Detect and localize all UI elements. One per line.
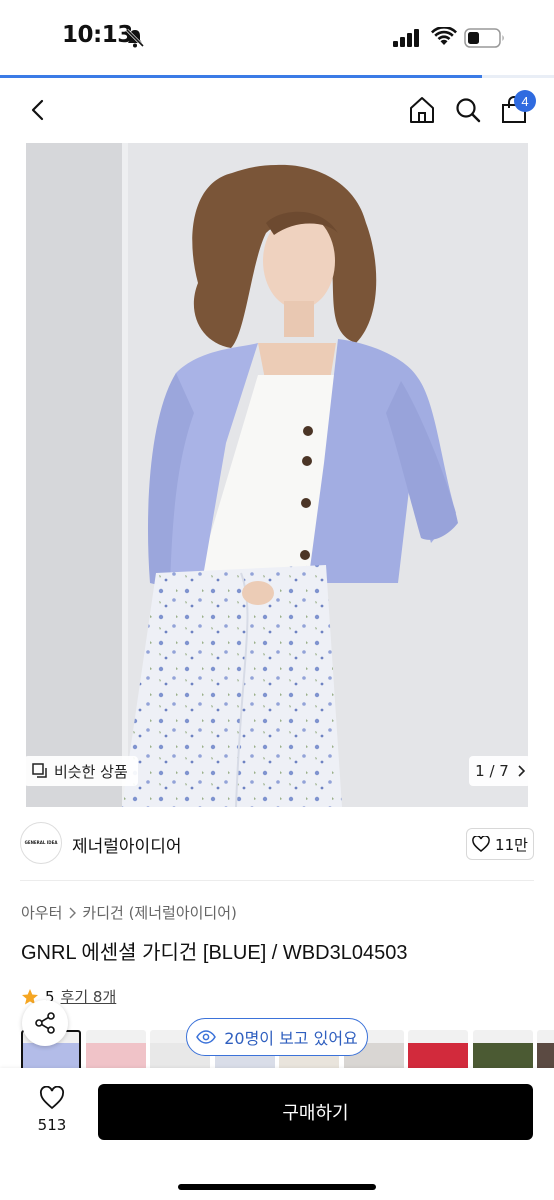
live-viewers-pill: 20명이 보고 있어요 [186, 1018, 368, 1056]
home-icon [410, 97, 434, 123]
search-icon [456, 98, 481, 123]
brand-logo-text: GENERAL IDEA [24, 839, 58, 845]
page-load-progress-fill [0, 75, 482, 78]
heart-icon [40, 1085, 64, 1110]
model-photo [26, 143, 528, 807]
copy-icon [32, 763, 47, 778]
divider [20, 880, 534, 881]
wishlist-count: 513 [37, 1116, 67, 1134]
eye-icon [196, 1030, 217, 1044]
brand-like-button[interactable]: 11만 [466, 828, 534, 860]
breadcrumb-item[interactable]: 카디건 (제너럴아이디어) [82, 902, 236, 923]
color-thumbnail[interactable] [537, 1030, 554, 1070]
product-title: GNRL 에센셜 가디건 [BLUE] / WBD3L04503 [21, 942, 408, 964]
image-page-indicator[interactable]: 1 / 7 [469, 756, 531, 786]
review-count-link[interactable]: 후기 8개 [61, 986, 117, 1007]
brand-like-count: 11만 [495, 835, 528, 854]
battery-icon [464, 28, 506, 52]
chevron-left-icon [31, 99, 44, 121]
top-nav: 4 [0, 82, 554, 138]
share-icon [35, 1012, 55, 1034]
similar-products-button[interactable]: 비슷한 상품 [24, 756, 138, 786]
search-button[interactable] [450, 92, 486, 128]
bottom-action-bar: 513 구매하기 [0, 1068, 554, 1200]
page-load-progress [0, 75, 554, 78]
breadcrumb: 아우터 카디건 (제너럴아이디어) [21, 902, 237, 923]
share-button[interactable] [22, 1000, 68, 1046]
similar-products-label: 비슷한 상품 [54, 762, 128, 781]
image-page-text: 1 / 7 [475, 762, 509, 780]
chevron-right-icon [69, 907, 77, 918]
wifi-icon [431, 25, 457, 51]
buy-button[interactable]: 구매하기 [98, 1084, 533, 1140]
wishlist-button[interactable]: 513 [30, 1085, 74, 1134]
home-indicator[interactable] [178, 1184, 376, 1190]
cart-button[interactable]: 4 [496, 90, 536, 128]
color-thumbnail[interactable] [408, 1030, 468, 1070]
cellular-signal-icon [393, 29, 421, 51]
brand-name[interactable]: 제너럴아이디어 [72, 832, 181, 857]
live-viewers-text: 20명이 보고 있어요 [224, 1029, 358, 1048]
color-thumbnail[interactable] [472, 1030, 533, 1070]
home-button[interactable] [404, 92, 440, 128]
heart-icon [472, 836, 490, 852]
brand-logo[interactable]: GENERAL IDEA [20, 822, 62, 864]
brand-row: GENERAL IDEA 제너럴아이디어 11만 [20, 820, 534, 868]
breadcrumb-item[interactable]: 아우터 [21, 902, 62, 923]
product-image[interactable] [26, 143, 528, 807]
status-bar: 10:13 [0, 0, 554, 76]
cart-count-badge: 4 [514, 90, 536, 112]
color-thumbnail[interactable] [85, 1030, 146, 1070]
bell-off-icon [124, 27, 146, 53]
status-time: 10:13 [62, 22, 133, 48]
chevron-right-icon [518, 765, 525, 777]
back-button[interactable] [20, 92, 56, 128]
